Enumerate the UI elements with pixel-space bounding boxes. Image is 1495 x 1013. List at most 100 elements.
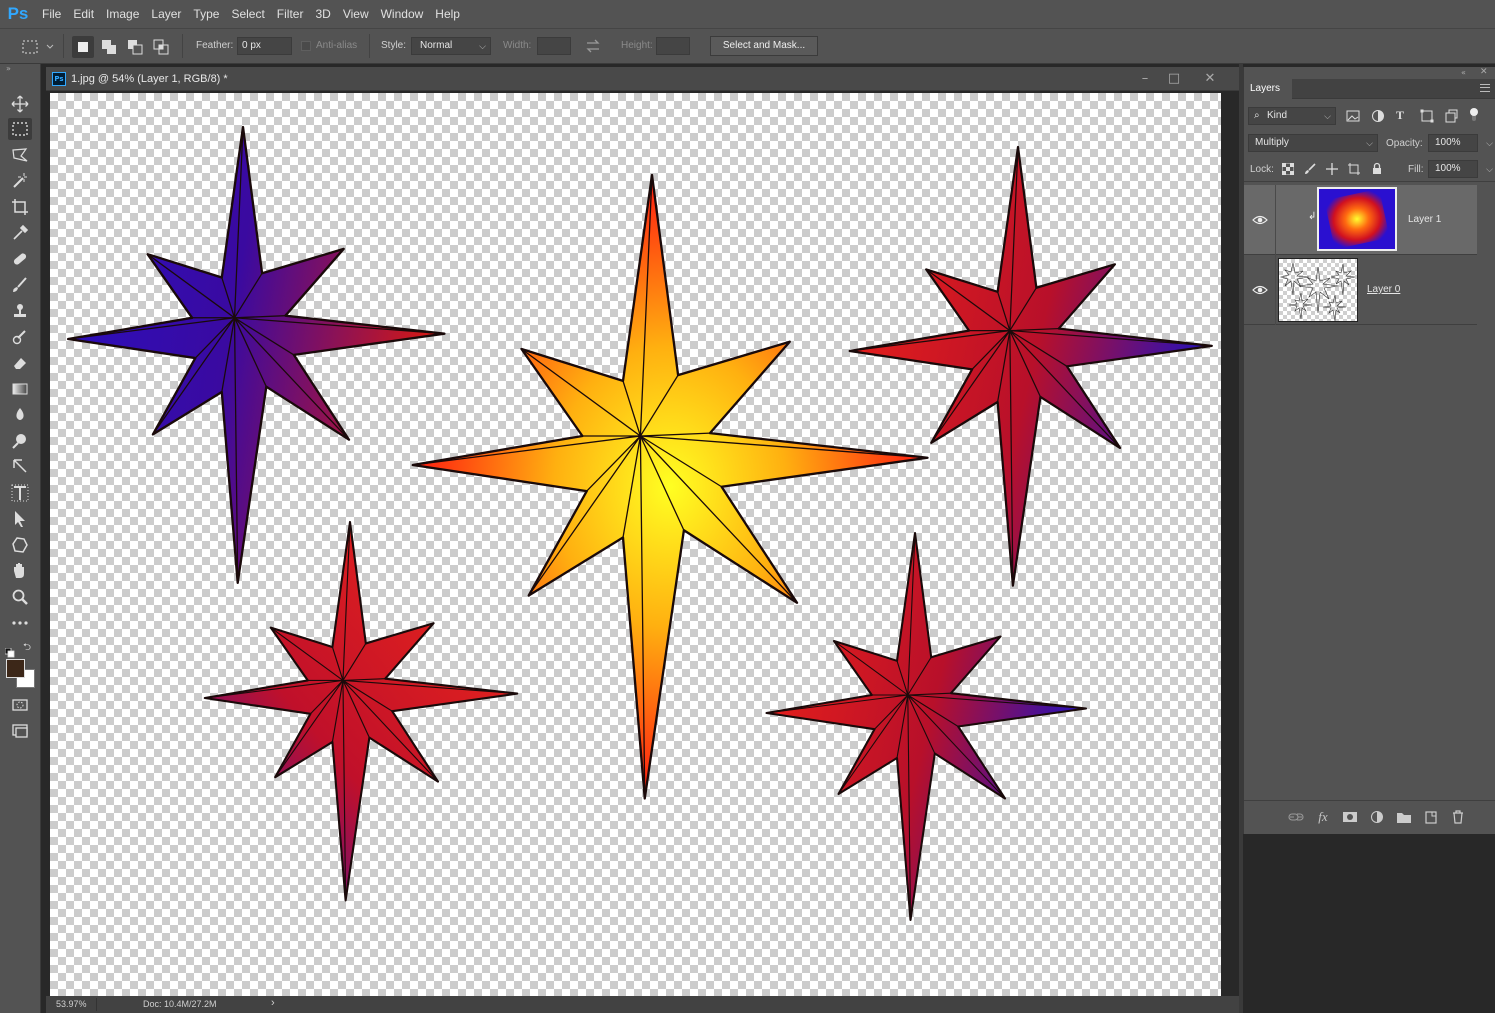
maximize-button[interactable]: □ [1163, 70, 1185, 88]
menu-window[interactable]: Window [375, 7, 430, 21]
add-selection-button[interactable] [98, 36, 120, 58]
filter-type-button[interactable]: T [1396, 108, 1410, 122]
swap-icon [586, 39, 600, 53]
crop-tool[interactable] [8, 196, 32, 218]
empty-panel-area [1243, 834, 1495, 1013]
quick-mask-button[interactable] [8, 694, 32, 716]
subtract-selection-button[interactable] [124, 36, 146, 58]
menu-3d[interactable]: 3D [309, 7, 336, 21]
opacity-input[interactable]: 100% ⌵ [1428, 134, 1493, 152]
edit-toolbar-button[interactable] [8, 612, 32, 634]
tab-layers[interactable]: Layers [1244, 79, 1292, 99]
menu-edit[interactable]: Edit [67, 7, 100, 21]
filter-pixel-button[interactable] [1346, 109, 1360, 123]
collapse-toolbar-icon[interactable]: » [6, 64, 18, 74]
dodge-tool[interactable] [8, 430, 32, 452]
type-tool[interactable] [8, 482, 32, 504]
swap-dimensions-button[interactable] [584, 37, 602, 55]
new-adjustment-layer-button[interactable] [1369, 809, 1385, 825]
hand-tool[interactable] [8, 560, 32, 582]
status-menu-arrow[interactable]: › [271, 997, 275, 1009]
move-tool[interactable] [8, 93, 32, 115]
eraser-tool[interactable] [8, 352, 32, 374]
zoom-tool[interactable] [8, 586, 32, 608]
feather-input[interactable]: 0 px [237, 37, 292, 55]
blend-mode-select[interactable]: Multiply ⌵ [1248, 134, 1378, 152]
brush-tool[interactable] [8, 274, 32, 296]
delete-layer-button[interactable] [1450, 809, 1466, 825]
visibility-toggle[interactable] [1252, 212, 1268, 228]
layer-row-layer-0[interactable]: Layer 0 [1244, 255, 1477, 325]
layer-row-layer-1[interactable]: ↲ Layer 1 [1244, 185, 1477, 255]
lock-transparent-button[interactable] [1281, 162, 1295, 176]
width-input[interactable] [537, 37, 571, 55]
zoom-level[interactable]: 53.97% [56, 999, 87, 1009]
height-input[interactable] [656, 37, 690, 55]
menu-view[interactable]: View [337, 7, 375, 21]
canvas[interactable] [50, 93, 1221, 996]
document-tab[interactable]: Ps 1.jpg @ 54% (Layer 1, RGB/8) * – □ ✕ [46, 67, 1239, 91]
add-layer-style-button[interactable]: fx [1315, 809, 1331, 825]
filter-toggle-button[interactable] [1469, 107, 1479, 123]
magic-wand-tool[interactable] [8, 170, 32, 192]
lock-image-button[interactable] [1304, 163, 1316, 175]
filter-adjustment-button[interactable] [1371, 109, 1385, 123]
lasso-icon [12, 148, 28, 162]
menu-type[interactable]: Type [187, 7, 225, 21]
foreground-color-swatch[interactable] [6, 659, 25, 678]
path-selection-tool[interactable] [8, 508, 32, 530]
lock-position-button[interactable] [1326, 163, 1338, 175]
image-icon [1346, 110, 1360, 122]
collapse-panel-icon[interactable]: « [1461, 68, 1466, 77]
new-group-button[interactable] [1396, 809, 1412, 825]
intersect-selection-button[interactable] [150, 36, 172, 58]
swap-colors-icon[interactable]: ⮌ [23, 642, 35, 654]
add-mask-button[interactable] [1342, 809, 1358, 825]
path-select-icon [15, 511, 25, 527]
healing-brush-tool[interactable] [8, 248, 32, 270]
marquee-tool[interactable] [8, 118, 32, 140]
link-layers-button[interactable] [1288, 809, 1304, 825]
close-panel-icon[interactable]: ✕ [1480, 67, 1488, 77]
tool-preset-picker[interactable] [20, 37, 56, 57]
filter-smart-object-button[interactable] [1444, 109, 1458, 123]
filter-kind-select[interactable]: ⌕ Kind ⌵ [1248, 107, 1336, 125]
layer-name[interactable]: Layer 0 [1367, 284, 1400, 295]
menu-file[interactable]: File [36, 7, 67, 21]
close-document-button[interactable]: ✕ [1199, 70, 1221, 88]
eyedropper-tool[interactable] [8, 222, 32, 244]
fill-input[interactable]: 100% ⌵ [1428, 160, 1493, 178]
chevron-down-icon: ⌵ [1486, 138, 1493, 148]
lasso-tool[interactable] [8, 144, 32, 166]
panel-menu-icon[interactable] [1480, 84, 1490, 92]
style-select[interactable]: Normal ⌵ [411, 37, 491, 55]
menu-image[interactable]: Image [100, 7, 145, 21]
menu-help[interactable]: Help [429, 7, 466, 21]
menu-filter[interactable]: Filter [271, 7, 310, 21]
visibility-toggle[interactable] [1252, 282, 1268, 298]
menu-select[interactable]: Select [225, 7, 270, 21]
antialias-checkbox[interactable] [301, 41, 311, 51]
custom-shape-tool[interactable] [8, 534, 32, 556]
blur-tool[interactable] [8, 404, 32, 426]
lock-artboard-button[interactable] [1348, 163, 1360, 175]
history-brush-tool[interactable] [8, 326, 32, 348]
select-and-mask-button[interactable]: Select and Mask... [710, 36, 818, 56]
menu-layer[interactable]: Layer [145, 7, 187, 21]
filter-shape-button[interactable] [1420, 109, 1434, 123]
new-layer-button[interactable] [1423, 809, 1439, 825]
star-bottom-right [765, 531, 1088, 922]
layer-name[interactable]: Layer 1 [1408, 214, 1441, 225]
gradient-tool[interactable] [8, 378, 32, 400]
clone-stamp-tool[interactable] [8, 300, 32, 322]
separator [182, 34, 183, 58]
lock-all-button[interactable] [1371, 162, 1383, 175]
minimize-button[interactable]: – [1134, 70, 1156, 88]
screen-mode-button[interactable] [8, 720, 32, 742]
new-selection-button[interactable] [72, 36, 94, 58]
blend-mode-value: Multiply [1255, 137, 1289, 148]
opacity-label: Opacity: [1386, 138, 1423, 149]
default-colors-icon[interactable] [4, 643, 15, 658]
crop-icon [12, 199, 28, 215]
pen-tool[interactable] [8, 456, 32, 478]
